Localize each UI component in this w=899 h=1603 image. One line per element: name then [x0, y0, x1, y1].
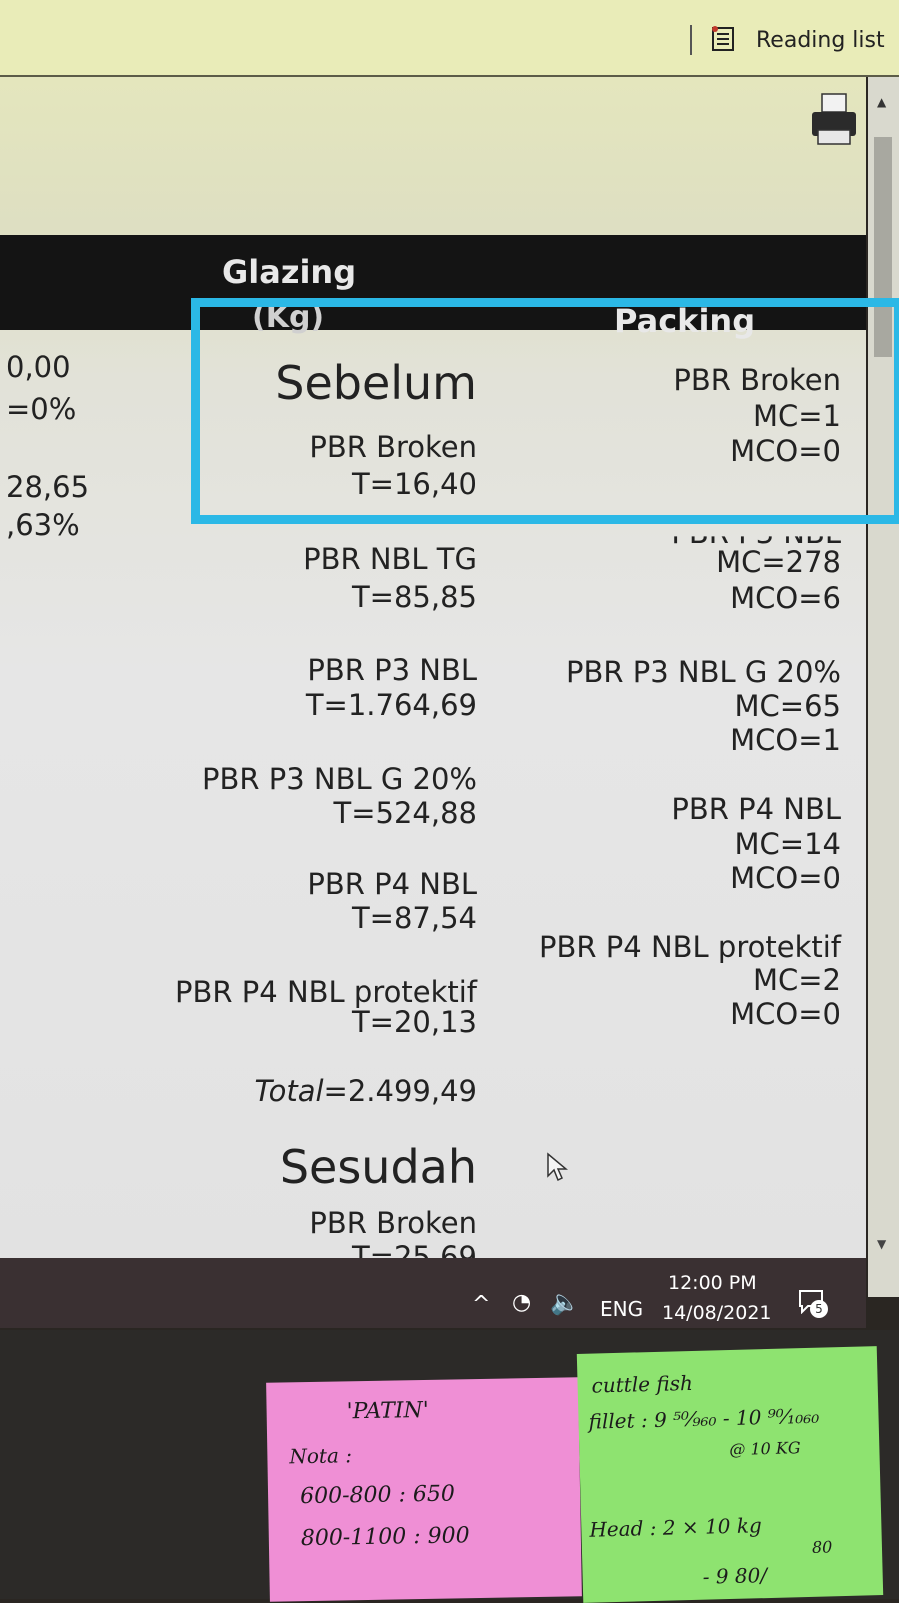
- scroll-up-icon[interactable]: ▲: [877, 95, 886, 109]
- browser-toolbar: Reading list: [0, 0, 899, 77]
- left-col-value: 28,65: [6, 470, 90, 504]
- highlight-box: [191, 298, 899, 524]
- pink-note-line: 800-1100 : 900: [300, 1523, 470, 1552]
- sesudah-heading: Sesudah: [279, 1140, 477, 1194]
- glazing-item-value: T=1.764,69: [305, 688, 477, 722]
- scroll-down-icon[interactable]: ▼: [877, 1237, 886, 1251]
- glazing-item-value: T=85,85: [351, 580, 477, 614]
- glazing-item-name: PBR Broken: [309, 1206, 477, 1240]
- left-col-value: =0%: [6, 392, 77, 426]
- reading-list-icon[interactable]: [712, 26, 734, 52]
- total-label: Total: [254, 1074, 324, 1108]
- glazing-item-value: T=20,13: [351, 1005, 477, 1039]
- pink-note-title: 'PATIN': [346, 1397, 430, 1425]
- toolbar-divider: [690, 25, 692, 55]
- wifi-icon[interactable]: ◔: [512, 1290, 531, 1315]
- green-note-line: @ 10 KG: [729, 1438, 801, 1460]
- mouse-cursor-icon: [547, 1152, 568, 1182]
- total-value: =2.499,49: [323, 1074, 477, 1108]
- green-note-line: cuttle fish: [591, 1370, 694, 1398]
- volume-icon[interactable]: 🔈: [550, 1288, 580, 1316]
- glazing-item-name: PBR P4 NBL: [307, 867, 477, 901]
- pink-note-line: Nota :: [289, 1443, 353, 1469]
- clock-time[interactable]: 12:00 PM: [668, 1272, 757, 1294]
- packing-item-mc: MC=278: [716, 545, 841, 579]
- clock-date[interactable]: 14/08/2021: [662, 1302, 772, 1324]
- glazing-item-name: PBR P4 NBL protektif: [175, 975, 477, 1009]
- packing-item-mco: MCO=1: [730, 723, 841, 757]
- packing-item-mco: MCO=0: [730, 861, 841, 895]
- packing-item-mc: MC=65: [734, 689, 841, 723]
- reading-list-button[interactable]: Reading list: [756, 28, 885, 53]
- glazing-item-value: T=524,88: [333, 796, 478, 830]
- left-col-value: 0,00: [6, 350, 71, 384]
- left-col-value: ,63%: [6, 508, 80, 542]
- header-glazing: Glazing: [222, 253, 357, 291]
- packing-item-name: PBR P4 NBL: [671, 792, 841, 826]
- packing-item-mc: MC=2: [752, 963, 841, 997]
- green-note-line: - 9 80/: [702, 1563, 768, 1589]
- green-note-line: Head : 2 × 10 kg: [589, 1513, 763, 1542]
- packing-item-mc: MC=14: [734, 827, 841, 861]
- vertical-scrollbar[interactable]: ▲ ▼: [868, 77, 899, 1297]
- sticky-note-green: cuttle fish fillet : 9 ⁵⁰⁄₉₆₀ - 10 ⁹⁰⁄₁₀…: [576, 1346, 884, 1603]
- packing-item-mco: MCO=0: [730, 997, 841, 1031]
- language-indicator[interactable]: ENG: [600, 1297, 643, 1321]
- green-note-line: fillet : 9 ⁵⁰⁄₉₆₀ - 10 ⁹⁰⁄₁₀₆₀: [588, 1403, 820, 1434]
- glazing-total: Total=2.499,49: [254, 1074, 477, 1108]
- packing-item-name: PBR P3 NBL G 20%: [565, 655, 841, 689]
- green-note-line: 80: [811, 1537, 833, 1557]
- packing-item-name: PBR P4 NBL protektif: [539, 930, 841, 964]
- glazing-item-name: PBR P3 NBL: [307, 653, 477, 687]
- glazing-item-name: PBR NBL TG: [303, 542, 477, 576]
- printer-icon[interactable]: [808, 90, 860, 150]
- packing-item-mco: MCO=6: [730, 581, 841, 615]
- notification-count-badge: 5: [810, 1300, 828, 1318]
- pink-note-line: 600-800 : 650: [299, 1481, 456, 1510]
- glazing-item-name: PBR P3 NBL G 20%: [201, 762, 477, 796]
- sticky-note-pink: 'PATIN' Nota : 600-800 : 650 800-1100 : …: [266, 1377, 582, 1602]
- tray-chevron-icon[interactable]: ^: [472, 1292, 490, 1317]
- glazing-item-value: T=87,54: [351, 901, 477, 935]
